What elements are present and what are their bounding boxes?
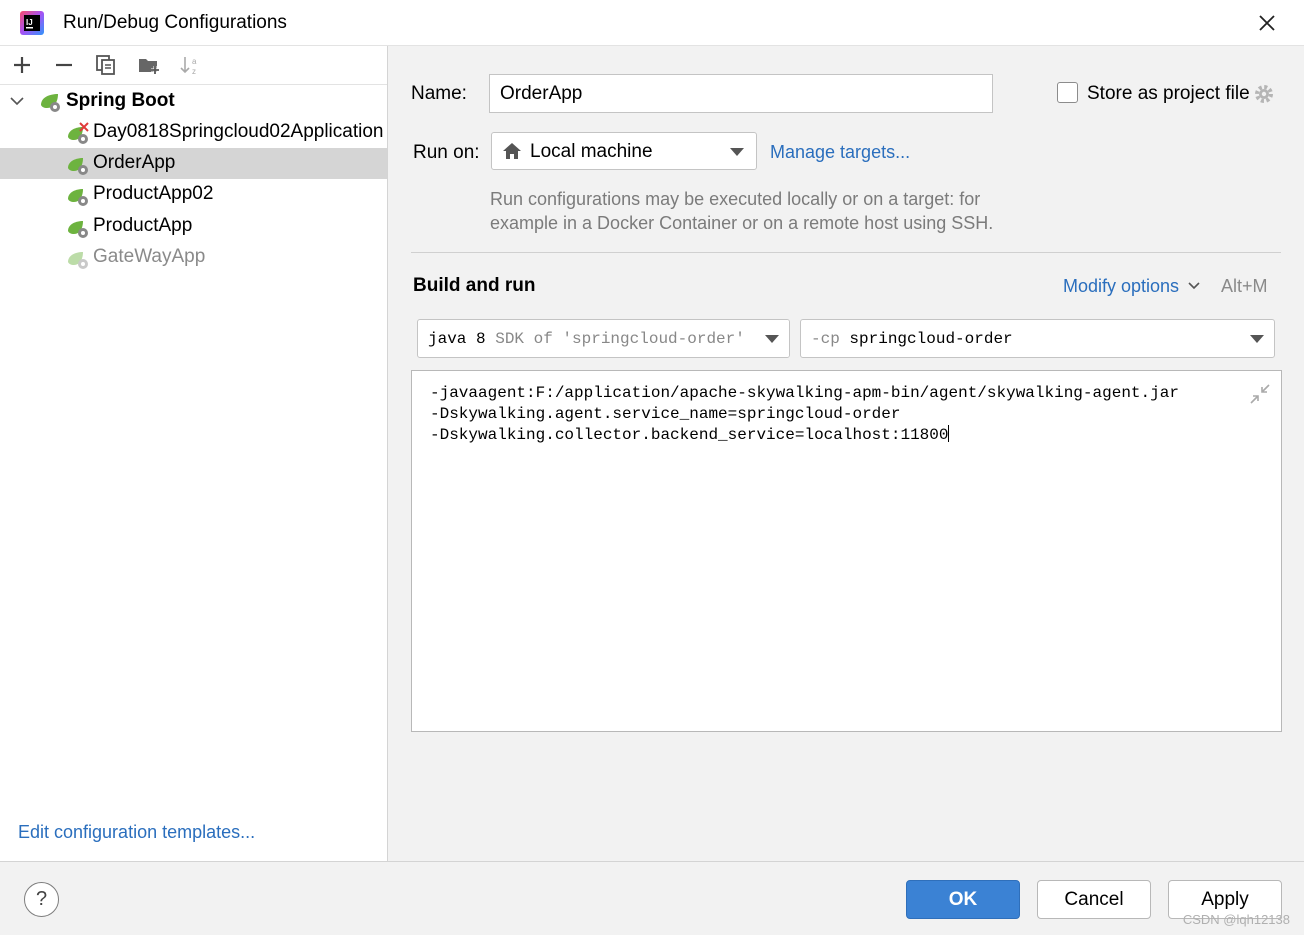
cancel-button[interactable]: Cancel bbox=[1037, 880, 1151, 919]
cp-module: springcloud-order bbox=[849, 330, 1013, 348]
name-label: Name: bbox=[411, 83, 467, 104]
watermark: CSDN @lqh12138 bbox=[1182, 912, 1290, 927]
spring-boot-icon bbox=[41, 94, 60, 112]
svg-text:IJ: IJ bbox=[26, 18, 33, 27]
store-as-project-file-label[interactable]: Store as project file bbox=[1087, 83, 1250, 105]
window-title: Run/Debug Configurations bbox=[63, 12, 287, 33]
modify-options-label: Modify options bbox=[1063, 276, 1180, 296]
configurations-sidebar: az Spring Boot Day0818Springcloud02Appli… bbox=[0, 46, 388, 861]
spring-boot-disabled-icon bbox=[68, 252, 88, 269]
vm-option-line: -Dskywalking.agent.service_name=springcl… bbox=[430, 405, 901, 423]
jdk-select[interactable]: java 8 SDK of 'springcloud-order' moc bbox=[417, 319, 790, 358]
spring-boot-error-icon bbox=[68, 122, 89, 144]
hint-line: example in a Docker Container or on a re… bbox=[490, 213, 994, 233]
modify-options-link[interactable]: Modify options bbox=[1063, 276, 1200, 297]
vm-option-line: -Dskywalking.collector.backend_service=l… bbox=[430, 426, 949, 444]
svg-text:z: z bbox=[192, 67, 196, 76]
svg-text:a: a bbox=[192, 57, 197, 66]
home-icon bbox=[503, 143, 521, 159]
configuration-editor: Name: Store as project file Run on: Loca… bbox=[389, 46, 1304, 861]
divider bbox=[411, 252, 1281, 253]
jdk-name: java 8 bbox=[428, 330, 486, 348]
tree-item-label: Day0818Springcloud02Application bbox=[93, 121, 384, 142]
tree-item-orderapp[interactable]: OrderApp bbox=[0, 148, 387, 179]
vm-options-field[interactable]: -javaagent:F:/application/apache-skywalk… bbox=[411, 370, 1282, 732]
tree-item-label: OrderApp bbox=[93, 152, 176, 173]
tree-item-label: GateWayApp bbox=[93, 246, 206, 267]
spring-boot-icon bbox=[68, 221, 88, 238]
tree-item-label: ProductApp bbox=[93, 215, 193, 236]
edit-configuration-templates-link[interactable]: Edit configuration templates... bbox=[18, 822, 255, 843]
collapse-icon[interactable] bbox=[1249, 383, 1271, 405]
title-bar: IJ Run/Debug Configurations bbox=[0, 0, 1304, 46]
vm-option-line: -javaagent:F:/application/apache-skywalk… bbox=[430, 384, 1179, 402]
remove-icon[interactable] bbox=[53, 54, 75, 76]
sort-icon[interactable]: az bbox=[180, 54, 202, 76]
classpath-value: -cp springcloud-order bbox=[811, 330, 1013, 348]
chevron-down-icon bbox=[730, 148, 744, 156]
classpath-select[interactable]: -cp springcloud-order bbox=[800, 319, 1275, 358]
jdk-module: SDK of 'springcloud-order' moc bbox=[485, 330, 784, 348]
ok-button[interactable]: OK bbox=[906, 880, 1020, 919]
run-on-value: Local machine bbox=[530, 141, 653, 162]
add-icon[interactable] bbox=[11, 54, 33, 76]
tree-item-productapp02[interactable]: ProductApp02 bbox=[0, 179, 387, 210]
tree-item-productapp[interactable]: ProductApp bbox=[0, 211, 387, 242]
modify-options-shortcut: Alt+M bbox=[1221, 276, 1268, 296]
copy-icon[interactable] bbox=[95, 54, 117, 76]
manage-targets-link[interactable]: Manage targets... bbox=[770, 142, 910, 163]
run-on-hint: Run configurations may be executed local… bbox=[490, 187, 1020, 235]
tree-item-gatewayapp[interactable]: GateWayApp bbox=[0, 242, 387, 273]
name-input[interactable] bbox=[489, 74, 993, 113]
tree-group-spring-boot[interactable]: Spring Boot bbox=[0, 86, 387, 117]
text-caret bbox=[948, 425, 950, 442]
spring-boot-icon bbox=[68, 189, 88, 206]
tree-group-label: Spring Boot bbox=[66, 90, 175, 111]
help-button[interactable]: ? bbox=[24, 882, 59, 917]
sidebar-toolbar: az bbox=[0, 46, 387, 85]
close-icon[interactable] bbox=[1256, 12, 1278, 34]
build-and-run-heading: Build and run bbox=[413, 275, 536, 296]
store-as-project-file-checkbox[interactable] bbox=[1057, 82, 1078, 103]
chevron-down-icon[interactable] bbox=[10, 96, 24, 106]
chevron-down-icon bbox=[1250, 335, 1264, 343]
jdk-value: java 8 SDK of 'springcloud-order' moc bbox=[428, 330, 783, 348]
chevron-down-icon bbox=[1188, 282, 1200, 290]
intellij-logo-icon: IJ bbox=[20, 11, 44, 35]
chevron-down-icon bbox=[765, 335, 779, 343]
tree-item-day0818[interactable]: Day0818Springcloud02Application bbox=[0, 117, 387, 148]
cp-prefix: -cp bbox=[811, 330, 840, 348]
spring-boot-icon bbox=[68, 158, 88, 175]
new-folder-icon[interactable] bbox=[138, 54, 160, 76]
gear-icon[interactable] bbox=[1252, 82, 1276, 106]
dialog-footer: ? OK Cancel Apply CSDN @lqh12138 bbox=[0, 861, 1304, 935]
hint-line: Run configurations may be executed local… bbox=[490, 189, 981, 209]
vm-option-line-with-caret: -Dskywalking.collector.backend_service=l… bbox=[430, 425, 1263, 446]
run-on-select[interactable]: Local machine bbox=[491, 132, 757, 170]
tree-item-label: ProductApp02 bbox=[93, 183, 214, 204]
run-on-label: Run on: bbox=[413, 142, 480, 163]
